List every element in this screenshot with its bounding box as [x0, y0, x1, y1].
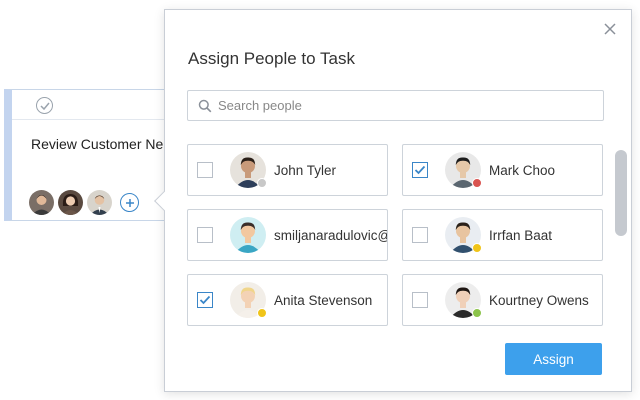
assignee-avatar[interactable] [87, 190, 112, 215]
search-input[interactable] [218, 98, 598, 113]
avatar [445, 282, 482, 318]
assignee-avatar[interactable] [58, 190, 83, 215]
person-name: Kourtney Owens [489, 292, 589, 308]
person-name: smiljanaradulovic@y [274, 227, 387, 243]
avatar [230, 217, 266, 253]
person-name: Anita Stevenson [274, 292, 373, 308]
checked-checkbox[interactable] [412, 162, 428, 178]
presence-status-icon [257, 308, 267, 318]
checkbox[interactable] [197, 227, 213, 243]
checkbox[interactable] [412, 227, 428, 243]
avatar [230, 282, 267, 318]
assign-people-dialog: Assign People to Task John Tyler Mark Cho… [164, 9, 632, 392]
person-photo-icon [230, 217, 266, 253]
presence-status-icon [472, 243, 482, 253]
checked-checkbox[interactable] [197, 292, 213, 308]
checkbox[interactable] [197, 162, 213, 178]
avatar [445, 217, 482, 253]
person-name: Mark Choo [489, 162, 556, 178]
person-card[interactable]: Mark Choo [402, 144, 603, 196]
person-card[interactable]: John Tyler [187, 144, 388, 196]
person-card[interactable]: Irrfan Baat [402, 209, 603, 261]
complete-task-icon[interactable] [36, 97, 53, 114]
presence-status-icon [472, 178, 482, 188]
avatar [230, 152, 267, 188]
person-card[interactable]: smiljanaradulovic@y [187, 209, 388, 261]
assign-button[interactable]: Assign [505, 343, 602, 375]
people-list: John Tyler Mark Choo smiljanaradulovic@y Ir… [187, 144, 603, 329]
avatar [445, 152, 482, 188]
person-card[interactable]: Anita Stevenson [187, 274, 388, 326]
task-title[interactable]: Review Customer Ne [31, 136, 163, 152]
search-box[interactable] [187, 90, 604, 121]
task-assignees [29, 190, 139, 215]
presence-status-icon [257, 178, 267, 188]
checkmark-icon [199, 295, 211, 305]
add-assignee-button[interactable] [120, 193, 139, 212]
scrollbar-thumb[interactable] [615, 150, 627, 236]
person-card[interactable]: Kourtney Owens [402, 274, 603, 326]
checkbox[interactable] [412, 292, 428, 308]
person-name: John Tyler [274, 162, 337, 178]
checkmark-icon [414, 165, 426, 175]
close-icon[interactable] [603, 22, 617, 36]
presence-status-icon [472, 308, 482, 318]
person-name: Irrfan Baat [489, 227, 553, 243]
dialog-title: Assign People to Task [188, 49, 355, 68]
assignee-avatar[interactable] [29, 190, 54, 215]
search-icon [198, 99, 212, 112]
